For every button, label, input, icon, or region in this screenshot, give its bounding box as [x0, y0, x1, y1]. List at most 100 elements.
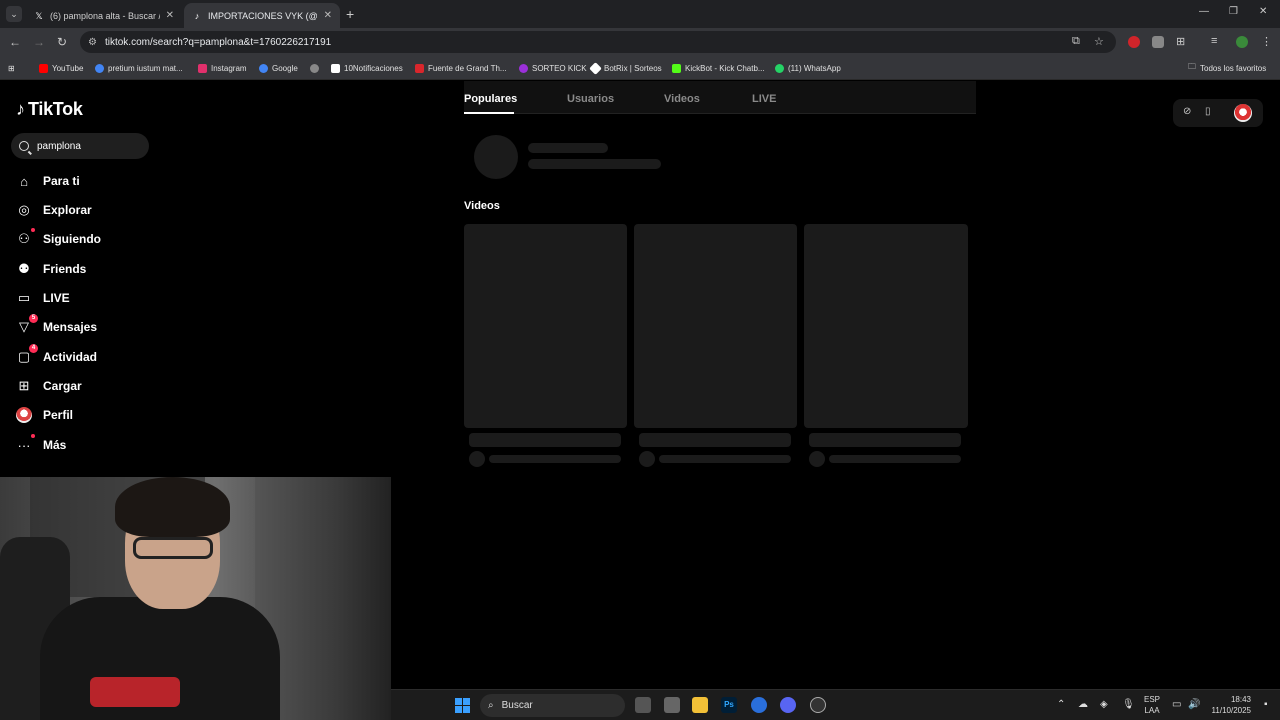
browser-tab-strip: ⌄ 𝕏 (6) pamplona alta - Buscar / X ✕ ♪ I… — [0, 0, 1280, 28]
upload-icon: ⊞ — [18, 378, 30, 393]
video-card-skeleton[interactable] — [464, 224, 627, 428]
bookmark-globe[interactable] — [310, 61, 319, 75]
bookmark-instagram[interactable]: Instagram — [198, 61, 247, 75]
sidebar-item-mensajes[interactable]: ▽ 5 Mensajes — [16, 314, 97, 338]
close-window-icon[interactable]: ✕ — [1259, 6, 1267, 17]
defender-icon[interactable]: ◈ — [1100, 699, 1108, 710]
url-text: tiktok.com/search?q=pamplona&t=176022621… — [104, 36, 332, 48]
browser-tab-tiktok[interactable]: ♪ IMPORTACIONES VYK (@impor ✕ — [184, 3, 340, 28]
site-info-icon[interactable]: ⚙ — [88, 37, 97, 48]
network-icon[interactable]: ▭ — [1172, 699, 1181, 710]
photoshop-icon[interactable]: Ps — [721, 697, 737, 713]
taskbar-search[interactable]: ⌕ Buscar — [480, 694, 625, 717]
reload-icon[interactable]: ↻ — [57, 35, 67, 49]
creator-avatar-skeleton — [809, 451, 825, 467]
bookmark-kickbot[interactable]: KickBot - Kick Chatb... — [672, 61, 765, 75]
tiktok-icon: ♪ — [194, 10, 200, 21]
tab-videos[interactable]: Videos — [664, 93, 700, 105]
discord-icon[interactable] — [780, 697, 796, 713]
install-app-icon[interactable]: ⧉ — [1072, 35, 1080, 48]
bookmark-star-icon[interactable]: ☆ — [1094, 35, 1104, 48]
all-bookmarks-folder[interactable]: 🗀 Todos los favoritos — [1188, 61, 1266, 75]
taskbar-search-label: Buscar — [501, 700, 533, 711]
friends-icon: ⚉ — [18, 261, 30, 276]
profile-avatar-icon[interactable] — [1236, 36, 1248, 48]
back-icon[interactable]: ← — [9, 35, 21, 49]
minimize-icon[interactable]: — — [1199, 6, 1209, 17]
chrome-icon[interactable] — [751, 697, 767, 713]
sidebar-item-actividad[interactable]: ▢ 4 Actividad — [16, 344, 97, 368]
search-box[interactable] — [11, 133, 149, 159]
tiktok-logo[interactable]: ♪ TikTok — [16, 99, 83, 120]
bookmark-botrix[interactable]: BotRix | Sorteos — [589, 61, 662, 75]
creator-name-skeleton — [659, 455, 791, 463]
restore-icon[interactable]: ❐ — [1229, 6, 1238, 17]
printer-app-icon[interactable] — [664, 697, 680, 713]
language-code: ESP — [1144, 695, 1161, 704]
language-indicator[interactable]: ESP LAA — [1144, 694, 1160, 716]
sidebar-item-mas[interactable]: ··· Más — [16, 434, 66, 456]
sidebar-item-friends[interactable]: ⚉ Friends — [16, 258, 86, 280]
video-card-skeleton[interactable] — [634, 224, 797, 428]
sidebar-item-para-ti[interactable]: ⌂ Para ti — [16, 170, 80, 192]
tiktok-note-icon: ♪ — [16, 99, 25, 119]
new-tab-button[interactable]: + — [346, 6, 354, 22]
apps-grid-icon[interactable]: ⊞ — [8, 61, 15, 75]
task-view-icon[interactable] — [635, 697, 651, 713]
sidebar-item-explorar[interactable]: ◎ Explorar — [16, 199, 91, 221]
mobile-app-icon[interactable]: ▯ — [1205, 106, 1211, 117]
close-icon[interactable]: ✕ — [324, 10, 332, 21]
bookmark-label: pretium iustum mat... — [108, 63, 183, 73]
avatar[interactable] — [1234, 104, 1252, 122]
bookmark-10notificaciones[interactable]: 10Notificaciones — [331, 61, 403, 75]
tab-usuarios[interactable]: Usuarios — [567, 93, 614, 105]
media-control-icon[interactable]: ≡ — [1211, 35, 1217, 47]
close-icon[interactable]: ✕ — [166, 10, 174, 21]
bookmark-gta[interactable]: Fuente de Grand Th... — [415, 61, 507, 75]
compass-icon: ◎ — [18, 202, 30, 217]
chevron-up-icon[interactable]: ⌃ — [1057, 699, 1065, 710]
steam-icon[interactable] — [810, 697, 826, 713]
video-card-skeleton[interactable] — [804, 224, 968, 428]
browser-tab-x[interactable]: 𝕏 (6) pamplona alta - Buscar / X ✕ — [26, 3, 182, 28]
notifications-icon[interactable]: ▪ — [1264, 699, 1268, 710]
microphone-icon[interactable]: 🎙 — [1122, 699, 1135, 710]
windows-taskbar: ⌕ Buscar Ps ⌃ ☁ ◈ 🎙 ESP LAA ▭ 🔊 18:43 11… — [391, 689, 1280, 720]
bookmark-google[interactable]: Google — [259, 61, 298, 75]
top-right-actions: ⊘ ▯ — [1173, 99, 1263, 127]
sidebar-item-cargar[interactable]: ⊞ Cargar — [16, 375, 82, 397]
extension-red-icon[interactable] — [1128, 36, 1140, 48]
taskbar-clock[interactable]: 18:43 11/10/2025 — [1203, 694, 1251, 716]
google-icon — [95, 63, 104, 73]
onedrive-icon[interactable]: ☁ — [1078, 699, 1088, 710]
kick-icon — [519, 63, 528, 73]
bookmark-youtube[interactable]: YouTube — [39, 61, 83, 75]
address-bar[interactable]: ⚙ tiktok.com/search?q=pamplona&t=1760226… — [80, 31, 1116, 53]
bookmark-pretium[interactable]: pretium iustum mat... — [95, 61, 183, 75]
bookmark-whatsapp[interactable]: (11) WhatsApp — [775, 61, 841, 75]
tab-live[interactable]: LIVE — [752, 93, 776, 105]
tab-populares[interactable]: Populares — [464, 93, 517, 105]
sidebar-item-siguiendo[interactable]: ⚇ Siguiendo — [16, 228, 101, 250]
search-input[interactable] — [37, 140, 137, 152]
coin-icon[interactable]: ⊘ — [1183, 106, 1191, 117]
extension-gray-icon[interactable] — [1152, 36, 1164, 48]
volume-icon[interactable]: 🔊 — [1188, 699, 1200, 710]
more-icon: ··· — [16, 434, 35, 453]
kickbot-icon — [672, 63, 681, 73]
x-logo-icon: 𝕏 — [35, 10, 43, 21]
bookmark-label: SORTEO KICK — [532, 63, 587, 73]
forward-icon[interactable]: → — [33, 35, 45, 49]
tab-search-button[interactable]: ⌄ — [6, 6, 22, 22]
sidebar-item-label: Para ti — [43, 174, 80, 188]
sidebar-item-label: Siguiendo — [43, 232, 101, 246]
notification-dot — [31, 228, 35, 232]
chrome-menu-icon[interactable]: ⋮ — [1261, 35, 1272, 48]
file-explorer-icon[interactable] — [692, 697, 708, 713]
live-tv-icon: ▭ — [17, 290, 31, 305]
sidebar-item-perfil[interactable]: Perfil — [16, 404, 73, 426]
extensions-puzzle-icon[interactable]: ⊞ — [1176, 35, 1185, 48]
windows-start-icon[interactable] — [455, 698, 470, 713]
bookmark-sorteo-kick[interactable]: SORTEO KICK — [519, 61, 587, 75]
sidebar-item-live[interactable]: ▭ LIVE — [16, 287, 70, 309]
